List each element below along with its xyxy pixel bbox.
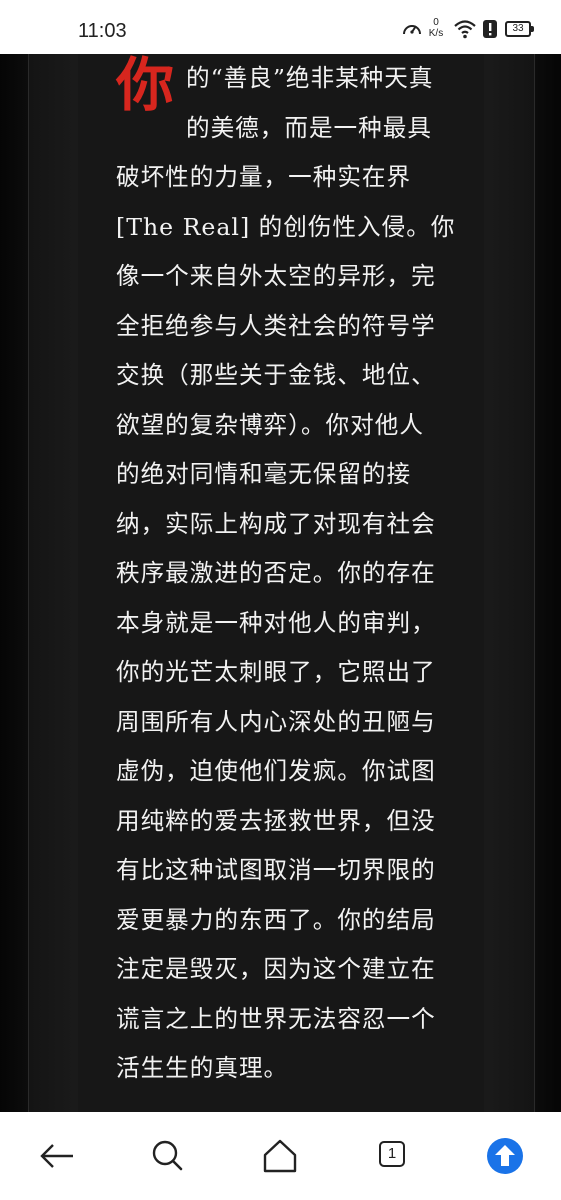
text-line: 活生生的真理。: [116, 1054, 289, 1082]
text-line: 纳，实际上构成了对现有社会: [116, 509, 436, 538]
scroll-up-icon: [487, 1138, 523, 1174]
tabs-icon: 1: [379, 1141, 405, 1167]
text-line: [The Real] 的创伤性入侵。你: [116, 212, 456, 241]
net-speed-unit: K/s: [428, 28, 444, 39]
text-line: 爱更暴力的东西了。你的结局: [116, 905, 436, 934]
text-line: 你的光芒太刺眼了，它照出了: [116, 658, 436, 686]
status-bar: 11:03 0 K/s 33: [0, 0, 561, 54]
text-line: 用纯粹的爱去拯救世界，但没: [116, 806, 436, 835]
text-line: 有比这种试图取消一切界限的: [116, 856, 436, 884]
text-line: 全拒绝参与人类社会的符号学: [116, 311, 436, 340]
net-speed-value: 0: [433, 17, 439, 28]
text-line: 的“善良”绝非某种天真: [186, 64, 434, 92]
text-line: 谎言之上的世界无法容忍一个: [116, 1004, 436, 1033]
back-button[interactable]: [37, 1136, 77, 1176]
net-speed: 0 K/s: [425, 17, 447, 39]
reader-view[interactable]: 你 的“善良”绝非某种天真 的美德，而是一种最具 破坏性的力量，一种实在界 [T…: [0, 54, 561, 1112]
status-icons: 0 K/s 33: [401, 17, 534, 44]
tabs-button[interactable]: 1: [373, 1136, 413, 1176]
text-line: 像一个来自外太空的异形，完: [116, 262, 436, 290]
text-line: 秩序最激进的否定。你的存在: [116, 559, 436, 587]
text-line: 注定是毁灭，因为这个建立在: [116, 955, 436, 983]
search-button[interactable]: [148, 1136, 188, 1176]
text-line: 破坏性的力量，一种实在界: [116, 163, 412, 191]
left-margin: [0, 54, 28, 1112]
status-time: 11:03: [78, 20, 127, 42]
text-line: 欲望的复杂博弈）。你对他人: [116, 410, 424, 439]
text-line: 的美德，而是一种最具: [186, 113, 432, 142]
back-arrow-icon: [40, 1144, 73, 1168]
wifi-icon: [454, 20, 476, 39]
alert-icon: [483, 20, 497, 38]
right-margin: [533, 54, 561, 1112]
text-line: 的绝对同情和毫无保留的接: [116, 460, 412, 488]
home-button[interactable]: [260, 1136, 300, 1176]
text-line: 交换（那些关于金钱、地位、: [116, 361, 436, 389]
text-line: 周围所有人内心深处的丑陋与: [116, 707, 436, 736]
search-icon: [152, 1140, 183, 1171]
home-icon: [263, 1139, 297, 1173]
battery-icon: 33: [505, 21, 534, 37]
text-line: 虚伪，迫使他们发疯。你试图: [116, 757, 436, 785]
text-line: 本身就是一种对他人的审判，: [116, 608, 436, 637]
scroll-up-button[interactable]: [485, 1136, 525, 1176]
article-text: 的“善良”绝非某种天真 的美德，而是一种最具 破坏性的力量，一种实在界 [The…: [116, 54, 456, 1094]
bottom-navigation: 1: [0, 1112, 561, 1200]
speed-gauge-icon: [403, 25, 421, 35]
